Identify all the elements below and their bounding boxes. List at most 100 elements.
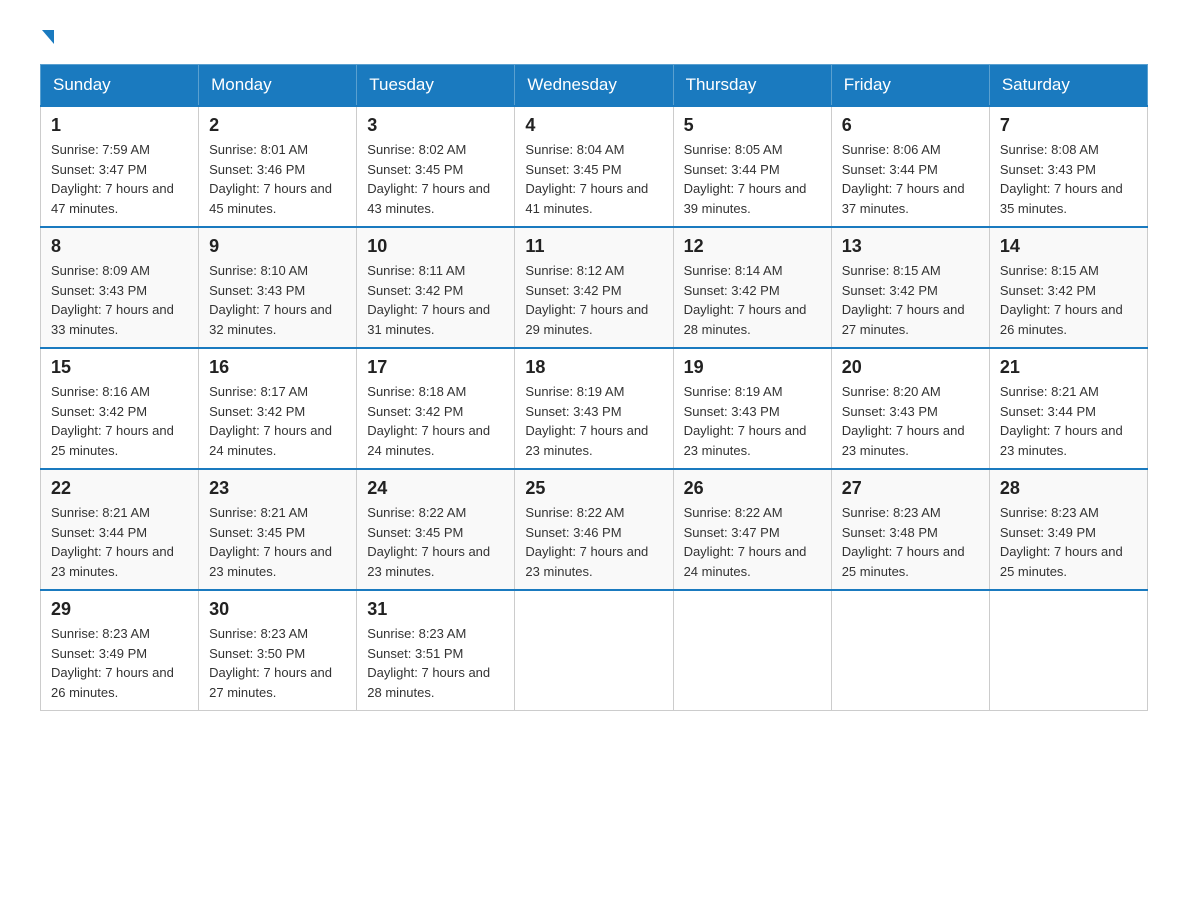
calendar-header-wednesday: Wednesday [515,65,673,107]
calendar-week-row: 1 Sunrise: 7:59 AM Sunset: 3:47 PM Dayli… [41,106,1148,227]
day-info: Sunrise: 8:15 AM Sunset: 3:42 PM Dayligh… [842,261,979,339]
day-number: 29 [51,599,188,620]
calendar-cell: 29 Sunrise: 8:23 AM Sunset: 3:49 PM Dayl… [41,590,199,711]
calendar-cell: 17 Sunrise: 8:18 AM Sunset: 3:42 PM Dayl… [357,348,515,469]
day-info: Sunrise: 8:20 AM Sunset: 3:43 PM Dayligh… [842,382,979,460]
day-info: Sunrise: 8:01 AM Sunset: 3:46 PM Dayligh… [209,140,346,218]
calendar-cell: 19 Sunrise: 8:19 AM Sunset: 3:43 PM Dayl… [673,348,831,469]
day-info: Sunrise: 8:22 AM Sunset: 3:47 PM Dayligh… [684,503,821,581]
calendar-cell: 25 Sunrise: 8:22 AM Sunset: 3:46 PM Dayl… [515,469,673,590]
day-info: Sunrise: 8:22 AM Sunset: 3:45 PM Dayligh… [367,503,504,581]
calendar-cell: 3 Sunrise: 8:02 AM Sunset: 3:45 PM Dayli… [357,106,515,227]
calendar-cell: 30 Sunrise: 8:23 AM Sunset: 3:50 PM Dayl… [199,590,357,711]
day-number: 14 [1000,236,1137,257]
day-info: Sunrise: 8:15 AM Sunset: 3:42 PM Dayligh… [1000,261,1137,339]
logo-arrow-icon [42,30,54,44]
day-number: 4 [525,115,662,136]
calendar-header-friday: Friday [831,65,989,107]
calendar-cell: 21 Sunrise: 8:21 AM Sunset: 3:44 PM Dayl… [989,348,1147,469]
calendar-cell: 31 Sunrise: 8:23 AM Sunset: 3:51 PM Dayl… [357,590,515,711]
day-number: 31 [367,599,504,620]
day-info: Sunrise: 8:04 AM Sunset: 3:45 PM Dayligh… [525,140,662,218]
day-info: Sunrise: 8:21 AM Sunset: 3:44 PM Dayligh… [1000,382,1137,460]
calendar-cell: 15 Sunrise: 8:16 AM Sunset: 3:42 PM Dayl… [41,348,199,469]
calendar-cell: 12 Sunrise: 8:14 AM Sunset: 3:42 PM Dayl… [673,227,831,348]
calendar-cell: 18 Sunrise: 8:19 AM Sunset: 3:43 PM Dayl… [515,348,673,469]
calendar-header-row: SundayMondayTuesdayWednesdayThursdayFrid… [41,65,1148,107]
calendar-week-row: 29 Sunrise: 8:23 AM Sunset: 3:49 PM Dayl… [41,590,1148,711]
day-info: Sunrise: 8:18 AM Sunset: 3:42 PM Dayligh… [367,382,504,460]
day-number: 12 [684,236,821,257]
day-number: 6 [842,115,979,136]
day-number: 17 [367,357,504,378]
calendar-cell: 11 Sunrise: 8:12 AM Sunset: 3:42 PM Dayl… [515,227,673,348]
logo [40,30,54,44]
day-number: 23 [209,478,346,499]
day-number: 1 [51,115,188,136]
calendar-cell [989,590,1147,711]
day-number: 20 [842,357,979,378]
day-number: 26 [684,478,821,499]
day-info: Sunrise: 8:21 AM Sunset: 3:45 PM Dayligh… [209,503,346,581]
day-info: Sunrise: 8:09 AM Sunset: 3:43 PM Dayligh… [51,261,188,339]
day-number: 13 [842,236,979,257]
day-info: Sunrise: 8:05 AM Sunset: 3:44 PM Dayligh… [684,140,821,218]
day-number: 28 [1000,478,1137,499]
day-info: Sunrise: 8:11 AM Sunset: 3:42 PM Dayligh… [367,261,504,339]
day-number: 3 [367,115,504,136]
calendar-cell: 8 Sunrise: 8:09 AM Sunset: 3:43 PM Dayli… [41,227,199,348]
calendar-cell: 26 Sunrise: 8:22 AM Sunset: 3:47 PM Dayl… [673,469,831,590]
page-header [40,30,1148,44]
day-info: Sunrise: 8:21 AM Sunset: 3:44 PM Dayligh… [51,503,188,581]
calendar-cell: 7 Sunrise: 8:08 AM Sunset: 3:43 PM Dayli… [989,106,1147,227]
day-info: Sunrise: 8:08 AM Sunset: 3:43 PM Dayligh… [1000,140,1137,218]
day-number: 2 [209,115,346,136]
day-info: Sunrise: 8:23 AM Sunset: 3:51 PM Dayligh… [367,624,504,702]
day-info: Sunrise: 8:19 AM Sunset: 3:43 PM Dayligh… [684,382,821,460]
day-info: Sunrise: 8:06 AM Sunset: 3:44 PM Dayligh… [842,140,979,218]
day-info: Sunrise: 8:16 AM Sunset: 3:42 PM Dayligh… [51,382,188,460]
calendar-week-row: 15 Sunrise: 8:16 AM Sunset: 3:42 PM Dayl… [41,348,1148,469]
day-number: 24 [367,478,504,499]
calendar-cell: 27 Sunrise: 8:23 AM Sunset: 3:48 PM Dayl… [831,469,989,590]
calendar-header-monday: Monday [199,65,357,107]
calendar-cell [673,590,831,711]
calendar-cell: 5 Sunrise: 8:05 AM Sunset: 3:44 PM Dayli… [673,106,831,227]
calendar-header-tuesday: Tuesday [357,65,515,107]
day-number: 15 [51,357,188,378]
day-info: Sunrise: 8:12 AM Sunset: 3:42 PM Dayligh… [525,261,662,339]
day-info: Sunrise: 8:23 AM Sunset: 3:49 PM Dayligh… [1000,503,1137,581]
calendar-header-saturday: Saturday [989,65,1147,107]
day-number: 27 [842,478,979,499]
calendar-cell: 1 Sunrise: 7:59 AM Sunset: 3:47 PM Dayli… [41,106,199,227]
day-info: Sunrise: 8:10 AM Sunset: 3:43 PM Dayligh… [209,261,346,339]
calendar-cell: 20 Sunrise: 8:20 AM Sunset: 3:43 PM Dayl… [831,348,989,469]
calendar-header-sunday: Sunday [41,65,199,107]
day-number: 10 [367,236,504,257]
calendar-cell: 23 Sunrise: 8:21 AM Sunset: 3:45 PM Dayl… [199,469,357,590]
day-info: Sunrise: 8:23 AM Sunset: 3:49 PM Dayligh… [51,624,188,702]
day-number: 30 [209,599,346,620]
day-number: 22 [51,478,188,499]
calendar-cell: 16 Sunrise: 8:17 AM Sunset: 3:42 PM Dayl… [199,348,357,469]
day-info: Sunrise: 8:23 AM Sunset: 3:50 PM Dayligh… [209,624,346,702]
calendar-week-row: 8 Sunrise: 8:09 AM Sunset: 3:43 PM Dayli… [41,227,1148,348]
day-number: 16 [209,357,346,378]
calendar-cell: 6 Sunrise: 8:06 AM Sunset: 3:44 PM Dayli… [831,106,989,227]
calendar-cell: 28 Sunrise: 8:23 AM Sunset: 3:49 PM Dayl… [989,469,1147,590]
day-info: Sunrise: 8:23 AM Sunset: 3:48 PM Dayligh… [842,503,979,581]
calendar-cell: 22 Sunrise: 8:21 AM Sunset: 3:44 PM Dayl… [41,469,199,590]
day-number: 18 [525,357,662,378]
day-info: Sunrise: 7:59 AM Sunset: 3:47 PM Dayligh… [51,140,188,218]
day-number: 9 [209,236,346,257]
day-number: 11 [525,236,662,257]
day-number: 19 [684,357,821,378]
calendar-cell: 10 Sunrise: 8:11 AM Sunset: 3:42 PM Dayl… [357,227,515,348]
calendar-cell: 13 Sunrise: 8:15 AM Sunset: 3:42 PM Dayl… [831,227,989,348]
calendar-cell: 14 Sunrise: 8:15 AM Sunset: 3:42 PM Dayl… [989,227,1147,348]
day-info: Sunrise: 8:17 AM Sunset: 3:42 PM Dayligh… [209,382,346,460]
calendar-week-row: 22 Sunrise: 8:21 AM Sunset: 3:44 PM Dayl… [41,469,1148,590]
calendar-cell: 24 Sunrise: 8:22 AM Sunset: 3:45 PM Dayl… [357,469,515,590]
day-number: 5 [684,115,821,136]
calendar-cell: 2 Sunrise: 8:01 AM Sunset: 3:46 PM Dayli… [199,106,357,227]
